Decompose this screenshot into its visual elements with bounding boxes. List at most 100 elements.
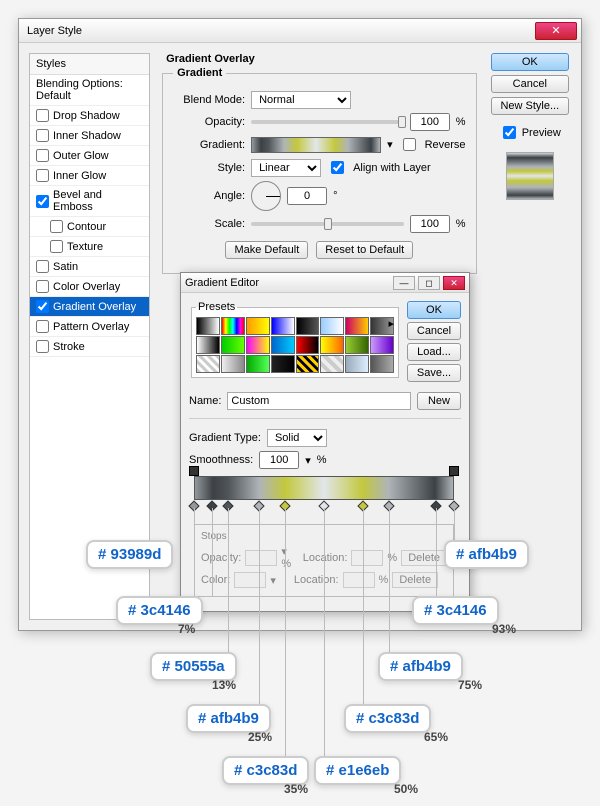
stop-percent-label: 93% [492, 622, 516, 636]
preset-swatch[interactable] [246, 355, 270, 373]
close-button[interactable]: ✕ [535, 22, 577, 40]
preset-swatch[interactable] [221, 355, 245, 373]
editor-cancel-button[interactable]: Cancel [407, 322, 461, 340]
gradient-bar[interactable] [194, 476, 454, 500]
cancel-button[interactable]: Cancel [491, 75, 569, 93]
preview-checkbox[interactable] [503, 126, 516, 139]
preset-swatch[interactable] [196, 336, 220, 354]
new-button[interactable]: New [417, 392, 461, 410]
editor-titlebar[interactable]: Gradient Editor — ◻ ✕ [181, 273, 469, 293]
dropdown-icon[interactable]: ▾ [305, 454, 311, 467]
preset-swatch[interactable] [320, 317, 344, 335]
opacity-input[interactable] [410, 113, 450, 131]
gradient-name-input[interactable] [227, 392, 411, 410]
color-callout: # afb4b9 [378, 652, 463, 681]
style-item-stroke[interactable]: Stroke [30, 337, 149, 357]
preset-swatch[interactable] [345, 317, 369, 335]
scale-slider[interactable] [251, 222, 404, 226]
style-checkbox[interactable] [36, 280, 49, 293]
style-checkbox[interactable] [36, 109, 49, 122]
stop-color-location-input[interactable] [343, 572, 375, 588]
style-item-satin[interactable]: Satin [30, 257, 149, 277]
style-checkbox[interactable] [36, 129, 49, 142]
preset-swatch[interactable] [296, 355, 320, 373]
style-item-bevel-and-emboss[interactable]: Bevel and Emboss [30, 186, 149, 217]
dialog-buttons: OK Cancel New Style... Preview [489, 53, 571, 620]
style-item-outer-glow[interactable]: Outer Glow [30, 146, 149, 166]
presets-menu-icon[interactable]: ▸ [388, 317, 394, 330]
delete-opacity-stop-button[interactable]: Delete [401, 550, 447, 566]
minimize-button[interactable]: — [393, 276, 415, 290]
save-button[interactable]: Save... [407, 364, 461, 382]
angle-input[interactable] [287, 187, 327, 205]
preset-swatch[interactable] [196, 355, 220, 373]
opacity-stop[interactable] [449, 466, 459, 476]
style-checkbox[interactable] [36, 300, 49, 313]
delete-color-stop-button[interactable]: Delete [392, 572, 438, 588]
preset-swatch[interactable] [345, 336, 369, 354]
preset-swatch[interactable] [246, 317, 270, 335]
style-item-contour[interactable]: Contour [30, 217, 149, 237]
scale-input[interactable] [410, 215, 450, 233]
align-checkbox[interactable] [331, 161, 344, 174]
opacity-stop[interactable] [189, 466, 199, 476]
preset-swatch[interactable] [296, 336, 320, 354]
stop-location-input[interactable] [351, 550, 383, 566]
style-item-texture[interactable]: Texture [30, 237, 149, 257]
blending-options-row[interactable]: Blending Options: Default [30, 75, 149, 106]
style-item-gradient-overlay[interactable]: Gradient Overlay [30, 297, 149, 317]
style-checkbox[interactable] [36, 169, 49, 182]
style-checkbox[interactable] [36, 320, 49, 333]
stop-color-swatch[interactable] [234, 572, 266, 588]
style-checkbox[interactable] [50, 220, 63, 233]
angle-dial[interactable] [251, 181, 281, 211]
blend-mode-label: Blend Mode: [173, 94, 245, 106]
stop-percent-label: 75% [458, 678, 482, 692]
style-item-color-overlay[interactable]: Color Overlay [30, 277, 149, 297]
preset-swatch[interactable] [296, 317, 320, 335]
preset-swatch[interactable] [320, 336, 344, 354]
reverse-checkbox[interactable] [403, 138, 416, 151]
preset-swatch[interactable] [271, 317, 295, 335]
gradient-swatch[interactable] [251, 137, 381, 153]
style-select[interactable]: Linear [251, 159, 321, 177]
blend-mode-select[interactable]: Normal [251, 91, 351, 109]
stop-percent-label: 65% [424, 730, 448, 744]
style-checkbox[interactable] [36, 260, 49, 273]
load-button[interactable]: Load... [407, 343, 461, 361]
style-item-inner-glow[interactable]: Inner Glow [30, 166, 149, 186]
maximize-button[interactable]: ◻ [418, 276, 440, 290]
style-checkbox[interactable] [36, 149, 49, 162]
preset-swatch[interactable] [221, 336, 245, 354]
preset-swatch[interactable] [345, 355, 369, 373]
reset-default-button[interactable]: Reset to Default [316, 241, 413, 259]
gradient-type-select[interactable]: Solid [267, 429, 327, 447]
style-item-drop-shadow[interactable]: Drop Shadow [30, 106, 149, 126]
dropdown-icon[interactable]: ▾ [387, 138, 393, 151]
preset-swatch[interactable] [370, 336, 394, 354]
style-item-pattern-overlay[interactable]: Pattern Overlay [30, 317, 149, 337]
preset-swatch[interactable] [271, 355, 295, 373]
style-checkbox[interactable] [36, 195, 49, 208]
new-style-button[interactable]: New Style... [491, 97, 569, 115]
stop-opacity-input[interactable] [245, 550, 277, 566]
preset-swatch[interactable] [196, 317, 220, 335]
editor-close-button[interactable]: ✕ [443, 276, 465, 290]
opacity-slider[interactable] [251, 120, 404, 124]
preset-swatch[interactable] [320, 355, 344, 373]
preset-swatch[interactable] [221, 317, 245, 335]
smoothness-input[interactable] [259, 451, 299, 469]
titlebar[interactable]: Layer Style ✕ [19, 19, 581, 43]
preview-swatch [506, 152, 554, 200]
style-item-inner-shadow[interactable]: Inner Shadow [30, 126, 149, 146]
style-checkbox[interactable] [36, 340, 49, 353]
opacity-label: Opacity: [173, 116, 245, 128]
preset-swatch[interactable] [370, 355, 394, 373]
preset-swatch[interactable] [246, 336, 270, 354]
ok-button[interactable]: OK [491, 53, 569, 71]
make-default-button[interactable]: Make Default [225, 241, 308, 259]
stop-percent-label: 7% [178, 622, 195, 636]
style-checkbox[interactable] [50, 240, 63, 253]
editor-ok-button[interactable]: OK [407, 301, 461, 319]
preset-swatch[interactable] [271, 336, 295, 354]
